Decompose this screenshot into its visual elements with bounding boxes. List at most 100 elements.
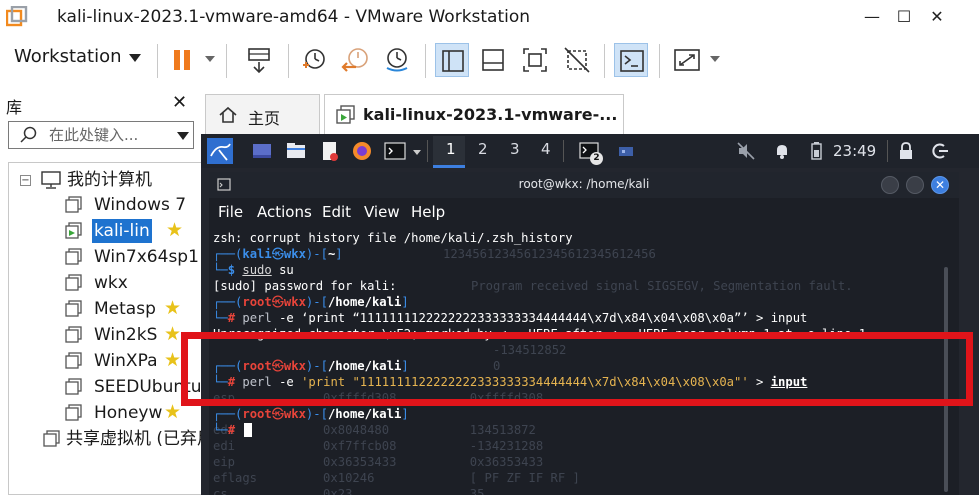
favorite-star-icon: ★ bbox=[164, 401, 182, 423]
tab-kali-vm[interactable]: kali-linux-2023.1-vmware-... bbox=[324, 94, 624, 134]
library-title: 库 bbox=[6, 98, 23, 117]
workspace-2[interactable]: 2 bbox=[478, 140, 488, 158]
firefox-icon[interactable] bbox=[351, 140, 373, 162]
tree-label: 我的计算机 bbox=[67, 170, 152, 190]
terminal-line: zsh: corrupt history file /home/kali/.zs… bbox=[213, 231, 573, 245]
tree-root-my-computer[interactable]: − 我的计算机 bbox=[9, 168, 199, 192]
panel-clock[interactable]: 23:49 bbox=[833, 142, 876, 160]
battery-icon[interactable] bbox=[805, 140, 827, 162]
vm-tree: − 我的计算机 Windows 7 kali-lin ★ Win7x64sp1 … bbox=[8, 162, 201, 495]
vm-label: WinXPa bbox=[94, 351, 158, 371]
terminal-prompt: ┌──(kali㉿wkx)-[~] bbox=[213, 247, 343, 261]
ghost-text: eip 0x36353433 0x36353433 bbox=[213, 455, 544, 469]
terminal-minimize-button[interactable] bbox=[881, 176, 899, 194]
vm-icon bbox=[65, 352, 82, 369]
show-library-button[interactable] bbox=[435, 43, 469, 77]
workstation-menu[interactable]: Workstation bbox=[14, 46, 122, 67]
snapshot-button[interactable] bbox=[297, 43, 331, 77]
stretch-dropdown-caret[interactable] bbox=[710, 56, 720, 62]
full-screen-button[interactable] bbox=[518, 43, 552, 77]
maximize-button[interactable]: ☐ bbox=[889, 0, 919, 34]
tree-shared-vms[interactable]: 共享虚拟机 (已弃用) bbox=[42, 427, 201, 451]
pause-dropdown-caret[interactable] bbox=[205, 56, 215, 62]
unity-button[interactable] bbox=[560, 43, 594, 77]
send-ctrl-alt-del-button[interactable] bbox=[242, 43, 276, 77]
unity-disabled-icon bbox=[564, 47, 590, 73]
favorite-star-icon: ★ bbox=[166, 219, 184, 241]
collapse-icon[interactable]: − bbox=[20, 175, 31, 186]
tree-vm-item-selected[interactable]: kali-lin ★ bbox=[64, 219, 201, 243]
terminal-command: └─# bbox=[213, 423, 243, 437]
terminal-menu-actions[interactable]: Actions bbox=[257, 203, 312, 221]
window-task-icon[interactable] bbox=[615, 140, 637, 162]
text-editor-icon[interactable] bbox=[319, 140, 341, 162]
computer-icon bbox=[41, 171, 61, 189]
panel-divider bbox=[427, 140, 428, 162]
workspace-4[interactable]: 4 bbox=[541, 140, 551, 158]
vm-icon bbox=[65, 274, 82, 291]
vm-icon bbox=[65, 378, 82, 395]
guest-display[interactable]: 1 2 3 4 2 23:49 root@wkx: /home/kali ✕ F… bbox=[201, 134, 979, 495]
snapshot-clock-icon bbox=[303, 49, 325, 69]
terminal-launcher-icon[interactable] bbox=[384, 140, 406, 162]
terminal-menu-file[interactable]: File bbox=[218, 203, 243, 221]
terminal-cursor bbox=[244, 423, 252, 437]
logout-icon[interactable] bbox=[929, 140, 951, 162]
toolbar-divider bbox=[425, 44, 426, 78]
title-bar: kali-linux-2023.1-vmware-amd64 - VMware … bbox=[0, 0, 979, 34]
terminal-menu-edit[interactable]: Edit bbox=[322, 203, 351, 221]
snapshot-manager-button[interactable] bbox=[380, 43, 414, 77]
minimize-button[interactable]: — bbox=[857, 0, 887, 34]
toolbar-divider bbox=[659, 44, 660, 78]
vm-label: Metasp bbox=[94, 299, 156, 319]
pause-button[interactable] bbox=[165, 43, 199, 77]
console-view-button[interactable] bbox=[614, 43, 648, 77]
kali-menu-icon[interactable] bbox=[207, 138, 233, 164]
terminal-close-button[interactable]: ✕ bbox=[931, 176, 949, 194]
terminal-prompt: ┌──(root㉿wkx)-[/home/kali] bbox=[213, 295, 409, 309]
stretch-guest-button[interactable] bbox=[670, 43, 704, 77]
terminal-menu-view[interactable]: View bbox=[364, 203, 400, 221]
tab-label: 主页 bbox=[248, 109, 281, 128]
kali-top-panel: 1 2 3 4 2 23:49 bbox=[201, 134, 979, 168]
tree-vm-item[interactable]: Win7x64sp1 bbox=[64, 245, 201, 269]
terminal-maximize-button[interactable] bbox=[906, 176, 924, 194]
chevron-down-icon[interactable] bbox=[413, 150, 421, 155]
vm-label: Windows 7 bbox=[94, 195, 187, 215]
console-icon bbox=[620, 50, 644, 72]
tree-vm-item[interactable]: Windows 7 bbox=[64, 193, 201, 217]
library-close-button[interactable]: ✕ bbox=[172, 92, 187, 113]
lock-icon[interactable] bbox=[895, 140, 917, 162]
ghost-text: Program received signal SIGSEGV, Segment… bbox=[471, 279, 853, 293]
workspace-3[interactable]: 3 bbox=[510, 140, 520, 158]
favorite-star-icon: ★ bbox=[164, 297, 182, 319]
tree-vm-item[interactable]: wkx bbox=[64, 271, 201, 295]
terminal-line: [sudo] password for kali: bbox=[213, 279, 397, 293]
tab-label: kali-linux-2023.1-vmware-... bbox=[363, 105, 618, 124]
terminal-titlebar[interactable]: root@wkx: /home/kali ✕ bbox=[209, 172, 959, 198]
library-panel-icon bbox=[442, 50, 464, 72]
revert-snapshot-button[interactable] bbox=[339, 43, 373, 77]
terminal-menu-help[interactable]: Help bbox=[411, 203, 445, 221]
workspace-1[interactable]: 1 bbox=[446, 140, 456, 158]
file-manager-icon[interactable] bbox=[285, 140, 307, 162]
vm-running-icon bbox=[65, 222, 82, 239]
terminal-title: root@wkx: /home/kali bbox=[518, 177, 650, 191]
terminal-command: └─# perl -e ‘print “11111111222222223333… bbox=[213, 311, 808, 325]
close-button[interactable]: ✕ bbox=[922, 0, 952, 34]
thumbnail-bar-icon bbox=[482, 49, 504, 71]
vm-label: kali-lin bbox=[92, 219, 152, 243]
tab-home[interactable]: 主页 bbox=[205, 94, 320, 134]
pause-icon bbox=[174, 50, 190, 70]
muted-speaker-icon[interactable] bbox=[735, 140, 757, 162]
thumbnail-bar-button[interactable] bbox=[476, 43, 510, 77]
show-desktop-icon[interactable] bbox=[251, 140, 273, 162]
chevron-down-icon[interactable] bbox=[129, 54, 141, 62]
library-search-input[interactable] bbox=[49, 122, 169, 148]
terminal-count-badge: 2 bbox=[590, 152, 603, 165]
notification-bell-icon[interactable] bbox=[771, 140, 793, 162]
vm-icon bbox=[65, 196, 82, 213]
search-dropdown-caret[interactable] bbox=[177, 132, 189, 140]
red-highlight-box bbox=[181, 332, 973, 406]
tree-vm-item[interactable]: Metasp ★ bbox=[64, 297, 201, 321]
